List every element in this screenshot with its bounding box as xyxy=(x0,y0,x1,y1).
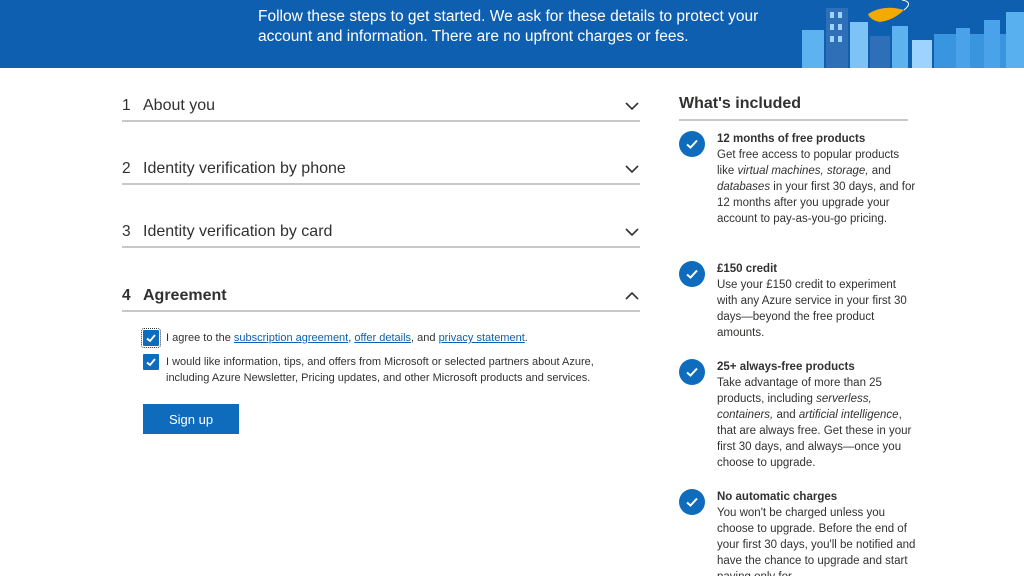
agreement-suffix: . xyxy=(524,332,528,344)
offer-details-link[interactable]: offer details xyxy=(354,332,411,344)
chevron-down-icon xyxy=(625,228,639,237)
step-title: About you xyxy=(143,97,216,114)
step-title: Agreement xyxy=(143,287,227,304)
step-agreement[interactable]: 4 Agreement xyxy=(122,282,640,312)
step-number: 1 xyxy=(122,97,131,114)
agreement-prefix: I agree to the xyxy=(166,332,234,344)
privacy-statement-link[interactable]: privacy statement xyxy=(439,332,525,344)
checkmark-icon xyxy=(146,334,156,343)
included-item-text: Use your £150 credit to experiment with … xyxy=(717,279,907,339)
city-illustration xyxy=(802,0,1024,68)
included-item-text: Take advantage of more than 25 products,… xyxy=(717,375,917,471)
banner-subtitle: Follow these steps to get started. We as… xyxy=(258,8,759,45)
step-number: 3 xyxy=(122,223,131,240)
header-banner: Follow these steps to get started. We as… xyxy=(0,0,1024,68)
chevron-down-icon xyxy=(625,102,639,111)
included-item-heading: £150 credit xyxy=(717,263,778,275)
chevron-down-icon xyxy=(625,165,639,174)
check-circle-icon xyxy=(679,131,705,157)
included-item-heading: 12 months of free products xyxy=(717,133,866,145)
check-circle-icon xyxy=(679,261,705,287)
marketing-label: I would like information, tips, and offe… xyxy=(166,356,594,384)
marketing-checkbox-row: I would like information, tips, and offe… xyxy=(143,354,616,386)
step-title: Identity verification by card xyxy=(143,223,333,240)
included-item-heading: No automatic charges xyxy=(717,491,838,503)
agreement-separator: , and xyxy=(411,332,439,344)
included-item-heading: 25+ always-free products xyxy=(717,361,855,373)
step-identity-card[interactable]: 3 Identity verification by card xyxy=(122,218,640,248)
agreement-checkbox-row: I agree to the subscription agreement, o… xyxy=(141,328,528,348)
chevron-up-icon xyxy=(625,291,639,300)
included-item-text: Get free access to popular products like… xyxy=(717,147,917,227)
step-identity-phone[interactable]: 2 Identity verification by phone xyxy=(122,155,640,185)
text-part: and xyxy=(868,165,891,177)
text-part-italic: artificial intelligence xyxy=(798,409,899,421)
subscription-agreement-link[interactable]: subscription agreement xyxy=(234,332,348,344)
check-circle-icon xyxy=(679,489,705,515)
step-about-you[interactable]: 1 About you xyxy=(122,92,640,122)
marketing-checkbox[interactable] xyxy=(143,354,159,370)
checkmark-icon xyxy=(146,358,156,367)
text-part: and xyxy=(773,409,799,421)
check-circle-icon xyxy=(679,359,705,385)
whats-included-title: What's included xyxy=(679,95,908,121)
agreement-checkbox[interactable] xyxy=(141,328,161,348)
step-number: 2 xyxy=(122,160,131,177)
agreement-label: I agree to the subscription agreement, o… xyxy=(166,330,528,346)
text-part-italic: virtual machines, storage, xyxy=(737,165,869,177)
step-number: 4 xyxy=(122,287,131,304)
step-title: Identity verification by phone xyxy=(143,160,346,177)
text-part-italic: databases xyxy=(717,181,771,193)
included-item-text: You won't be charged unless you choose t… xyxy=(717,507,916,576)
sign-up-button[interactable]: Sign up xyxy=(143,404,239,434)
